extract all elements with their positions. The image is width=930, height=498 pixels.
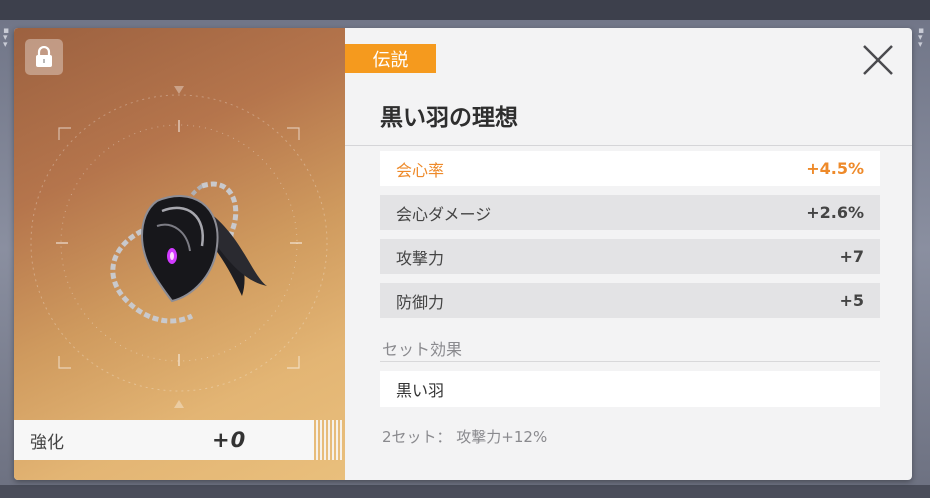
lock-icon xyxy=(36,46,52,67)
stat-value: +2.6% xyxy=(806,203,864,222)
stat-label: 会心率 xyxy=(396,160,445,180)
background-bottom-strip xyxy=(0,485,930,498)
set-effect-description: 2セット： 攻撃力+12% xyxy=(382,428,548,446)
rarity-badge: 伝説 xyxy=(345,44,436,73)
right-edge-handle: ▪ ▾ ▾ xyxy=(918,26,925,50)
black-feather-necklace-icon xyxy=(110,181,267,324)
item-artwork-panel: 強化 +0 xyxy=(14,28,345,480)
stat-row-crit-damage: 会心ダメージ +2.6% xyxy=(380,195,880,230)
set-divider xyxy=(380,361,880,362)
enhance-bar-stripes xyxy=(316,420,344,460)
set-name: 黒い羽 xyxy=(380,371,880,407)
enhance-label: 強化 xyxy=(30,432,64,453)
lock-button[interactable] xyxy=(25,39,63,75)
enhance-level-bar: 強化 +0 xyxy=(14,420,314,460)
item-detail-card: 強化 +0 伝説 黒い羽の理想 会心率 +4.5% 会心ダメージ +2.6% 攻… xyxy=(14,28,912,480)
stat-value: +7 xyxy=(839,247,864,266)
close-icon xyxy=(863,45,893,75)
stat-label: 会心ダメージ xyxy=(396,204,492,224)
stat-value: +5 xyxy=(839,291,864,310)
left-edge-handle: ▪ ▾ ▾ xyxy=(3,26,10,50)
stat-value: +4.5% xyxy=(806,159,864,178)
stat-row-attack: 攻撃力 +7 xyxy=(380,239,880,274)
stat-row-defense: 防御力 +5 xyxy=(380,283,880,318)
close-button[interactable] xyxy=(860,42,896,78)
stat-label: 攻撃力 xyxy=(396,248,445,268)
stat-row-crit-rate: 会心率 +4.5% xyxy=(380,151,880,186)
background-top-strip xyxy=(0,0,930,20)
item-title: 黒い羽の理想 xyxy=(380,105,518,131)
enhance-value: +0 xyxy=(212,428,247,452)
header-divider xyxy=(345,145,912,146)
set-effect-heading: セット効果 xyxy=(382,340,463,359)
stat-label: 防御力 xyxy=(396,292,445,312)
